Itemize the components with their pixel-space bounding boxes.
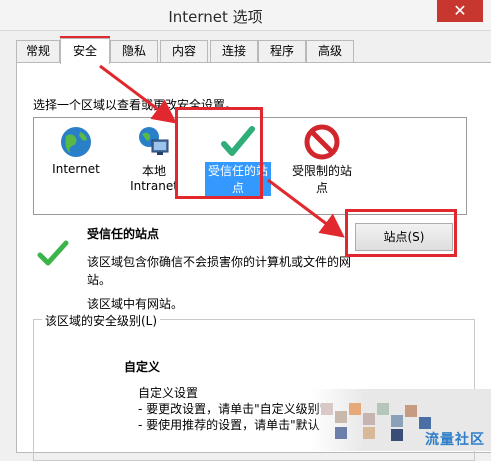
close-button[interactable]: ✕ (437, 0, 483, 22)
custom-level-title: 自定义 (124, 360, 161, 374)
zone-list: Internet 本地 Intranet 受信任的站 点 受限制的站 点 (33, 117, 467, 215)
watermark: 流量社区 (311, 389, 491, 451)
custom-level-line: - 要使用推荐的设置，请单击"默认 (138, 418, 320, 432)
tab-general[interactable]: 常规 (16, 40, 60, 62)
custom-level-line: - 要更改设置，请单击"自定义级别" (138, 402, 326, 416)
title-bar: Internet 选项 ✕ (0, 0, 491, 31)
security-level-label: 该区域的安全级别(L) (42, 312, 161, 329)
watermark-text: 流量社区 (425, 432, 485, 448)
zone-label: 本地 Intranet (130, 164, 178, 193)
mosaic-overlay (321, 403, 441, 441)
zone-detail-title: 受信任的站点 (87, 227, 160, 241)
zone-internet[interactable]: Internet (36, 118, 116, 204)
custom-level-line: 自定义设置 (138, 386, 199, 400)
zone-local-intranet[interactable]: 本地 Intranet (114, 118, 194, 204)
tab-privacy[interactable]: 隐私 (110, 40, 158, 62)
zone-label: Internet (52, 162, 100, 176)
zone-label: 受限制的站 点 (291, 164, 352, 195)
tab-security[interactable]: 安全 (60, 38, 110, 64)
sites-button[interactable]: 站点(S) (355, 223, 453, 251)
zone-label: 受信任的站 点 (204, 162, 271, 196)
zone-restricted-sites[interactable]: 受限制的站 点 (282, 118, 362, 204)
checkmark-icon (37, 240, 69, 266)
zone-detail-note: 该区域中有网站。 (87, 297, 184, 311)
zone-prompt: 选择一个区域以查看或更改安全设置。 (33, 98, 238, 112)
close-icon: ✕ (453, 1, 467, 20)
no-entry-icon (304, 124, 340, 160)
zone-detail-description: 该区域包含你确信不会损害你的计算机或文件的网站。 (87, 255, 352, 287)
globe-icon (61, 127, 91, 157)
tab-connections[interactable]: 连接 (210, 40, 258, 62)
intranet-icon (139, 127, 169, 155)
window-title: Internet 选项 (168, 8, 263, 26)
tab-advanced[interactable]: 高级 (306, 40, 354, 62)
zone-trusted-sites[interactable]: 受信任的站 点 (198, 118, 278, 204)
checkmark-icon (221, 126, 255, 156)
tab-programs[interactable]: 程序 (258, 40, 306, 62)
tab-content[interactable]: 内容 (160, 40, 208, 62)
